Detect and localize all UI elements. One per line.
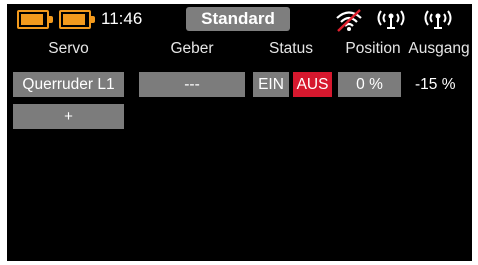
output-value: -15 % bbox=[415, 75, 456, 93]
antenna-signal-icon bbox=[424, 10, 452, 29]
header-position: Position bbox=[345, 40, 401, 57]
add-servo-button[interactable]: + bbox=[13, 104, 124, 129]
status-on-button[interactable]: EIN bbox=[253, 72, 289, 97]
position-value-button[interactable]: 0 % bbox=[338, 72, 401, 97]
battery-tx-icon bbox=[17, 10, 53, 29]
servo-select-button[interactable]: Querruder L1 bbox=[13, 72, 124, 97]
model-name-button[interactable]: Standard bbox=[186, 7, 290, 31]
antenna-signal-icon bbox=[377, 10, 405, 29]
geber-select-button[interactable]: --- bbox=[139, 72, 245, 97]
status-off-button[interactable]: AUS bbox=[293, 72, 332, 97]
transmitter-screen: 11:46 Standard Servo Geber Status Positi… bbox=[7, 4, 472, 261]
header-status: Status bbox=[269, 40, 313, 57]
clock: 11:46 bbox=[101, 9, 143, 28]
header-servo: Servo bbox=[48, 40, 89, 57]
header-geber: Geber bbox=[170, 40, 214, 57]
header-ausgang: Ausgang bbox=[408, 40, 470, 57]
battery-rx-icon bbox=[59, 10, 95, 29]
wifi-off-icon bbox=[336, 9, 362, 32]
